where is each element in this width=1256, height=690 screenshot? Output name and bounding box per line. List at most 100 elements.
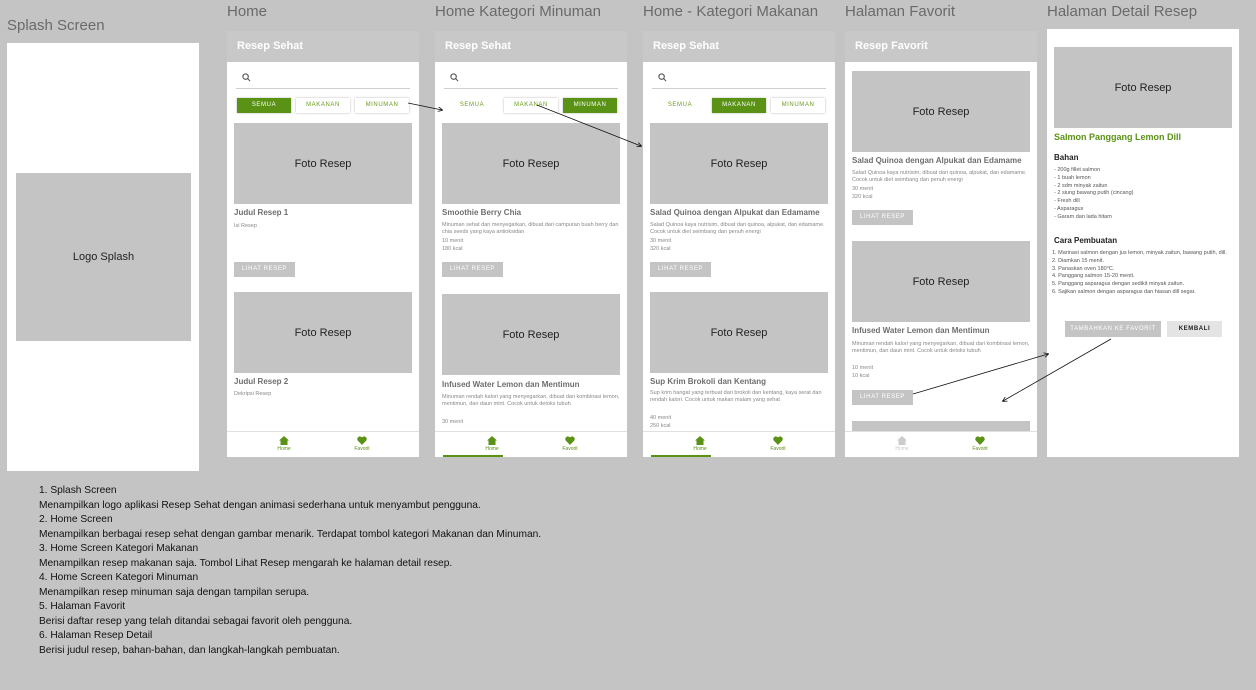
title-home: Home [227,3,268,20]
recipe-time: 10 menit [442,238,464,244]
note-line: 4. Home Screen Kategori Minuman [39,572,199,583]
home-icon [487,436,497,445]
recipe-time: 30 menit [442,419,464,425]
search-input[interactable] [444,67,618,89]
note-line: Berisi judul resep, bahan-bahan, dan lan… [39,644,340,656]
nav-favorit-label: Favorit [354,446,370,452]
recipe-kcal: 250 kcal [650,423,671,429]
nav-favorit-label: Favorit [972,446,988,452]
makanan-frame: Resep Sehat SEMUA MAKANAN MINUMAN Foto R… [643,31,835,457]
minuman-frame: Resep Sehat SEMUA MAKANAN MINUMAN Foto R… [435,31,627,457]
chip-semua[interactable]: SEMUA [653,98,707,113]
kembali-button[interactable]: KEMBALI [1167,321,1222,337]
cara-step: 3. Panaskan oven 180°C. [1052,265,1115,272]
chip-semua[interactable]: SEMUA [237,98,291,113]
favorit-frame: Resep Favorit Foto Resep Salad Quinoa de… [845,31,1037,457]
home-icon [897,436,907,445]
recipe-photo: Foto Resep [442,294,620,375]
heart-icon [975,436,985,445]
recipe-desc: Salad Quinoa kaya nutrisim, dibuat dari … [852,170,1027,183]
cara-step: 6. Sajikan salmon dengan asparagus dan h… [1052,288,1196,295]
search-input[interactable] [652,67,826,89]
search-input[interactable] [236,67,410,89]
lihat-resep-button[interactable]: LIHAT RESEP [852,390,913,405]
recipe-kcal: 10 kcal [852,373,870,379]
nav-favorit-label: Favorit [562,446,578,452]
bahan-list: - 200g fillet salmon - 1 buah lemon - 2 sd… [1054,167,1234,222]
nav-home-label: Home [277,446,291,452]
recipe-photo: Foto Resep [442,123,620,204]
recipe-desc: Sup krim hangat yang terbuat dari brokol… [650,390,822,403]
search-icon [450,73,459,82]
nav-home[interactable]: Home [675,436,725,452]
bahan-item: - 2 sdm minyak zaitun [1054,182,1108,189]
recipe-time: 30 menit [852,186,874,192]
lihat-resep-button[interactable]: LIHAT RESEP [852,210,913,225]
bahan-item: - 2 siung bawang putih (cincang) [1054,190,1134,197]
tambah-favorit-button[interactable]: TAMBAHKAN KE FAVORIT [1065,321,1161,337]
note-line: Menampilkan logo aplikasi Resep Sehat de… [39,499,481,511]
nav-favorit[interactable]: Favorit [337,436,387,452]
lihat-resep-button[interactable]: LIHAT RESEP [650,262,711,277]
recipe-title: Judul Resep 2 [234,377,289,386]
recipe-photo: Foto Resep [852,71,1030,152]
recipe-title: Salad Quinoa dengan Alpukat dan Edamame [852,156,1022,165]
bahan-item: - 1 buah lemon [1054,174,1091,181]
title-detail: Halaman Detail Resep [1047,3,1198,20]
home-icon [695,436,705,445]
lihat-resep-button[interactable]: LIHAT RESEP [234,262,295,277]
appbar-title: Resep Sehat [227,31,419,62]
cara-step: 2. Diamkan 15 menit. [1052,257,1104,264]
chip-minuman[interactable]: MINUMAN [771,98,825,113]
lihat-resep-button[interactable]: LIHAT RESEP [442,262,503,277]
detail-title: Salmon Panggang Lemon Dill [1054,132,1182,142]
cara-step: 4. Panggang salmon 15-20 menit. [1052,273,1135,280]
recipe-title: Infused Water Lemon dan Mentimun [442,380,580,389]
chip-makanan[interactable]: MAKANAN [296,98,350,113]
chip-makanan[interactable]: MAKANAN [712,98,766,113]
cara-step: 1. Marinasi salmon dengan jus lemon, min… [1052,250,1227,256]
chip-semua[interactable]: SEMUA [445,98,499,113]
recipe-title: Salad Quinoa dengan Alpukat dan Edamame [650,208,820,217]
recipe-title: Judul Resep 1 [234,208,289,217]
recipe-title: Smoothie Berry Chia [442,208,522,217]
nav-indicator [651,455,711,457]
heart-icon [357,436,367,445]
recipe-photo: Foto Resep [234,123,412,204]
home-icon [279,436,289,445]
search-icon [242,73,251,82]
recipe-kcal: 180 kcal [442,246,463,252]
bahan-item: - 200g fillet salmon [1054,167,1101,173]
title-minuman: Home Kategori Minuman [435,3,601,20]
nav-favorit[interactable]: Favorit [545,436,595,452]
nav-favorit-label: Favorit [770,446,786,452]
recipe-time: 40 menit [650,415,672,421]
recipe-title: Sup Krim Brokoli dan Kentang [650,377,767,386]
note-line: 1. Splash Screen [39,485,117,496]
bahan-item: - Garam dan lada hitam [1054,213,1112,220]
recipe-title: Infused Water Lemon dan Mentimun [852,326,990,335]
bottom-nav: Home Favorit [435,431,627,457]
recipe-photo: Foto Resep [234,292,412,373]
nav-home-label: Home [693,446,707,452]
bahan-item: - Fresh dill [1054,198,1080,205]
chip-makanan[interactable]: MAKANAN [504,98,558,113]
recipe-photo: Foto Resep [852,241,1030,322]
nav-home[interactable]: Home [467,436,517,452]
note-line: 2. Home Screen [39,514,113,525]
heart-icon [773,436,783,445]
recipe-desc: Minuman sehat dan menyegarkan, dibuat da… [442,222,619,235]
title-favorit: Halaman Favorit [845,3,956,20]
recipe-desc: Salad Quinoa kaya nutrisim, dibuat dari … [650,222,825,235]
nav-home[interactable]: Home [877,436,927,452]
nav-home[interactable]: Home [259,436,309,452]
splash-logo: Logo Splash [16,173,191,341]
recipe-desc: Minuman rendah kalori yang menyegarkan, … [852,341,1030,354]
nav-favorit[interactable]: Favorit [955,436,1005,452]
chip-minuman[interactable]: MINUMAN [355,98,409,113]
nav-home-label: Home [895,446,909,452]
description-notes: 1. Splash Screen Menampilkan logo aplikas… [39,484,541,658]
chip-minuman[interactable]: MINUMAN [563,98,617,113]
nav-favorit[interactable]: Favorit [753,436,803,452]
appbar-title: Resep Favorit [845,31,1037,62]
